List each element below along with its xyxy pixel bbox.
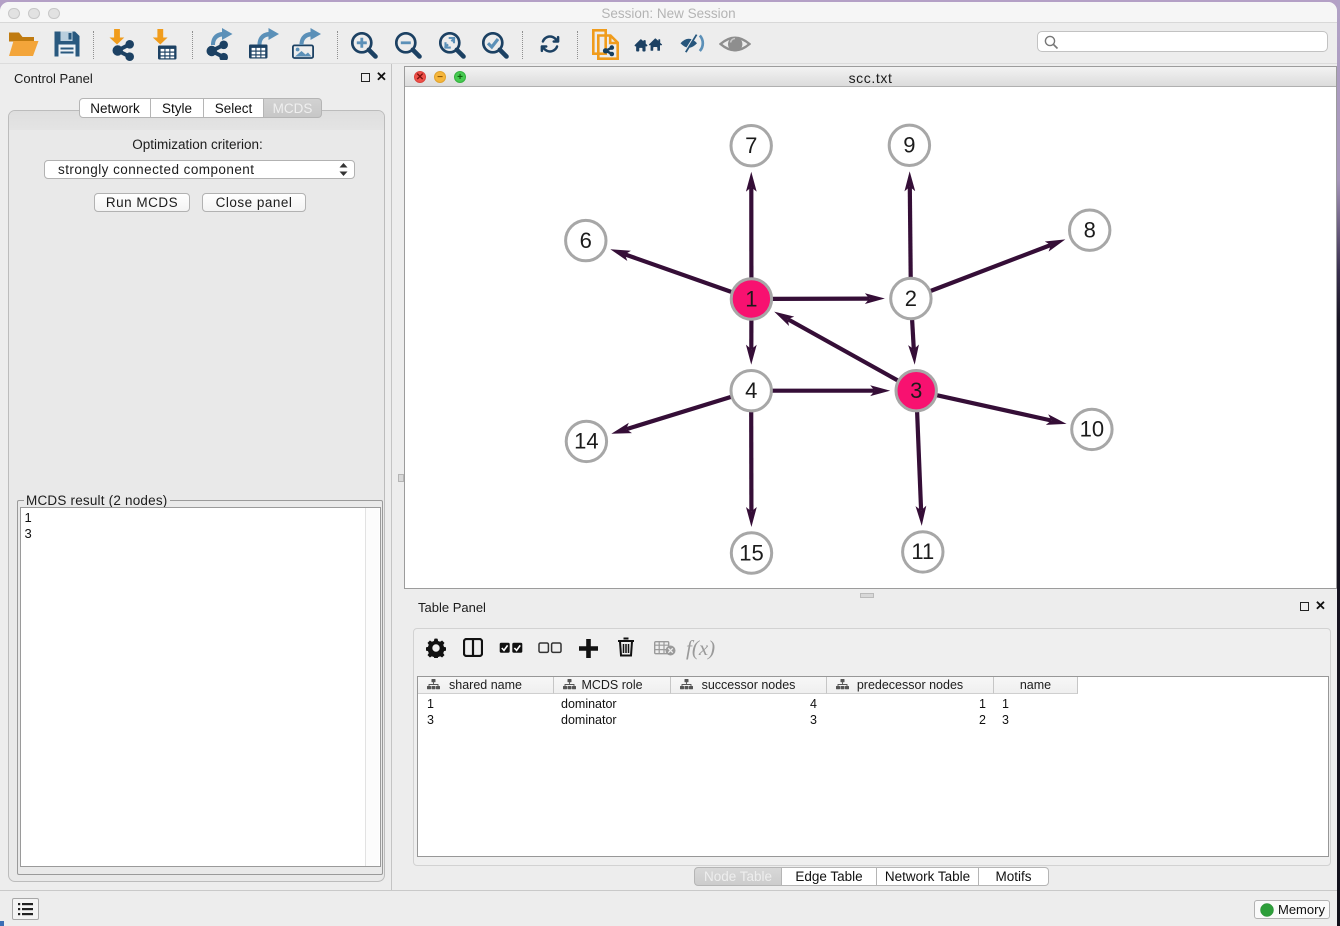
svg-text:9: 9 (903, 133, 915, 158)
svg-text:15: 15 (739, 540, 763, 565)
svg-text:6: 6 (580, 228, 592, 253)
svg-text:4: 4 (745, 378, 757, 403)
svg-text:2: 2 (905, 286, 917, 311)
svg-text:14: 14 (574, 429, 598, 454)
svg-text:8: 8 (1084, 218, 1096, 243)
svg-text:11: 11 (911, 539, 934, 564)
svg-text:1: 1 (745, 286, 757, 311)
svg-text:10: 10 (1080, 417, 1104, 442)
svg-text:7: 7 (745, 133, 757, 158)
svg-text:3: 3 (910, 378, 922, 403)
